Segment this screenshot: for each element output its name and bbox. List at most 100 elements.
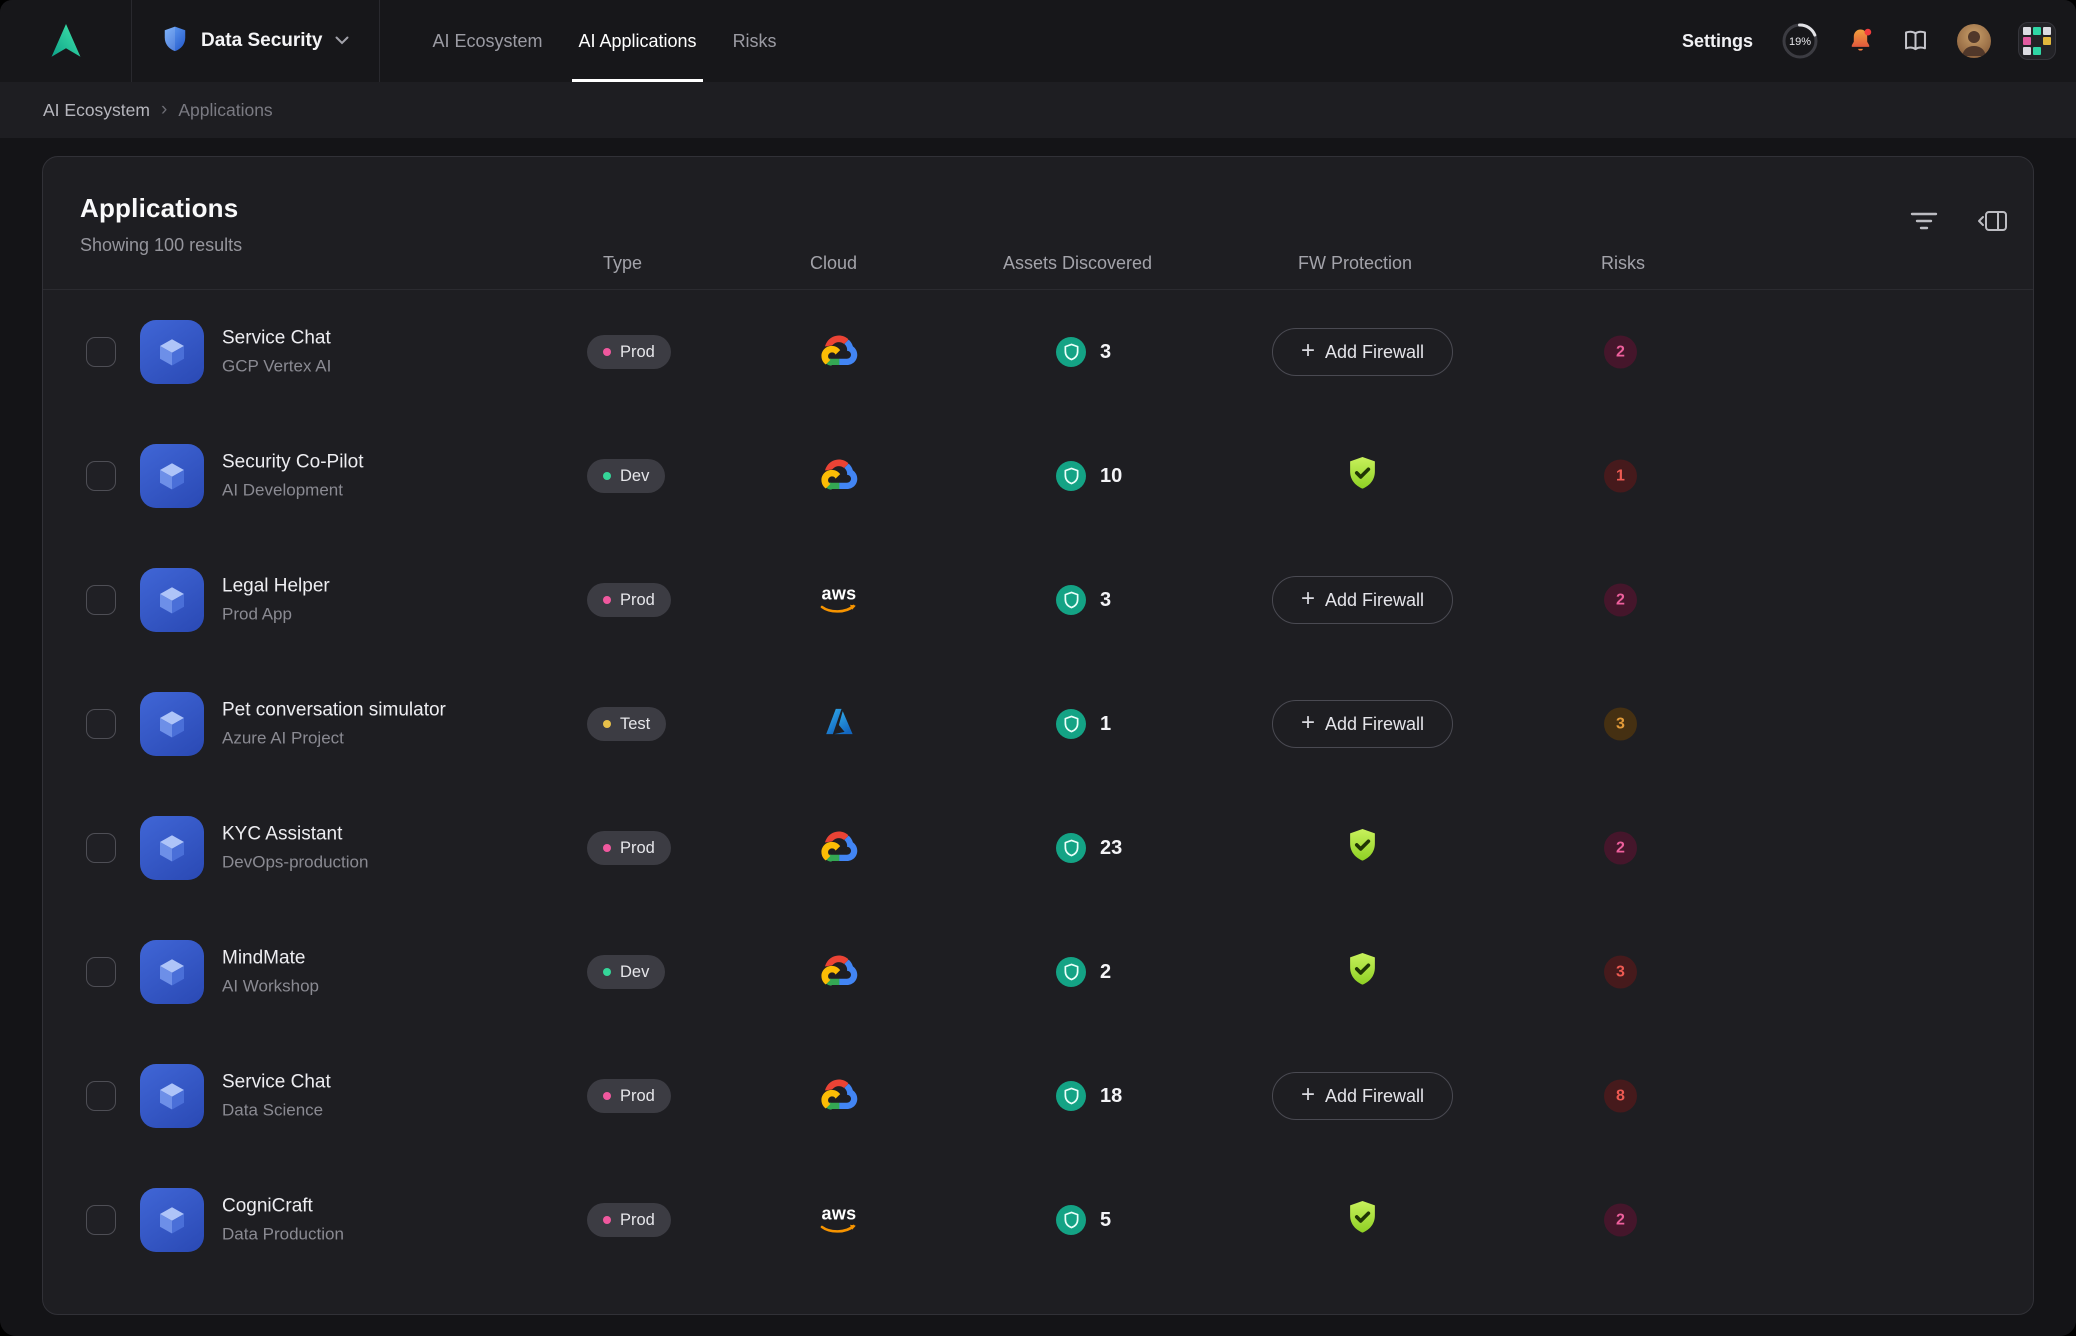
application-name-cell: CogniCraft Data Production <box>222 1196 572 1245</box>
type-badge: Prod <box>587 335 671 369</box>
type-label: Prod <box>620 839 655 858</box>
application-name-cell: KYC Assistant DevOps-production <box>222 824 572 873</box>
breadcrumb-parent[interactable]: AI Ecosystem <box>43 100 150 121</box>
add-firewall-label: Add Firewall <box>1325 1086 1424 1107</box>
table-row: Service Chat GCP Vertex AI Prod <box>43 290 2033 414</box>
table-row: Legal Helper Prod App Prod aws <box>43 538 2033 662</box>
assets-count: 3 <box>1100 341 1111 364</box>
risk-badge[interactable]: 1 <box>1604 460 1637 493</box>
application-cube-icon <box>140 1188 204 1252</box>
gcp-cloud-icon <box>820 1077 858 1115</box>
fw-protection-cell: + Add Firewall <box>1272 1072 1453 1120</box>
avatar-pixel <box>2043 27 2051 35</box>
application-subtitle: AI Development <box>222 481 572 501</box>
row-checkbox[interactable] <box>86 957 116 987</box>
add-firewall-button[interactable]: + Add Firewall <box>1272 576 1453 624</box>
type-dot <box>603 720 611 728</box>
assets-count: 3 <box>1100 589 1111 612</box>
firewall-protected-icon <box>1346 455 1379 497</box>
breadcrumb-separator-icon: › <box>161 99 167 121</box>
application-name-cell: Service Chat GCP Vertex AI <box>222 328 572 377</box>
assets-cell: 3 <box>1056 337 1111 367</box>
row-checkbox[interactable] <box>86 833 116 863</box>
avatar-pixel <box>2023 47 2031 55</box>
add-firewall-button[interactable]: + Add Firewall <box>1272 700 1453 748</box>
breadcrumb: AI Ecosystem › Applications <box>0 82 2076 138</box>
type-dot <box>603 968 611 976</box>
application-name[interactable]: Service Chat <box>222 328 572 350</box>
type-badge: Prod <box>587 1079 671 1113</box>
product-switcher-label: Data Security <box>201 30 322 52</box>
workspace-avatar[interactable] <box>2018 22 2056 60</box>
risk-badge[interactable]: 8 <box>1604 1080 1637 1113</box>
assets-shield-icon <box>1056 709 1086 739</box>
type-dot <box>603 472 611 480</box>
row-checkbox[interactable] <box>86 461 116 491</box>
usage-progress-ring[interactable]: 19% <box>1780 21 1820 61</box>
row-checkbox[interactable] <box>86 1081 116 1111</box>
application-cube-icon <box>140 940 204 1004</box>
filter-button[interactable] <box>1909 209 1939 233</box>
row-checkbox[interactable] <box>86 337 116 367</box>
user-avatar[interactable] <box>1957 24 1991 58</box>
application-name[interactable]: MindMate <box>222 948 572 970</box>
type-badge: Dev <box>587 459 665 493</box>
table-row: CogniCraft Data Production Prod aws <box>43 1158 2033 1282</box>
add-firewall-label: Add Firewall <box>1325 714 1424 735</box>
docs-book-icon[interactable] <box>1901 28 1930 54</box>
avatar-pixel <box>2033 27 2041 35</box>
risk-badge[interactable]: 3 <box>1604 708 1637 741</box>
primary-nav: AI Ecosystem AI Applications Risks <box>432 0 776 82</box>
cloud-cell: aws <box>817 585 861 616</box>
row-checkbox[interactable] <box>86 585 116 615</box>
assets-cell: 1 <box>1056 709 1111 739</box>
fw-protection-cell <box>1272 827 1453 869</box>
assets-shield-icon <box>1056 461 1086 491</box>
type-dot <box>603 1092 611 1100</box>
chevron-down-icon <box>335 32 349 50</box>
risk-badge[interactable]: 3 <box>1604 956 1637 989</box>
type-badge: Dev <box>587 955 665 989</box>
assets-count: 23 <box>1100 837 1122 860</box>
firewall-protected-icon <box>1346 951 1379 993</box>
tab-ai-applications[interactable]: AI Applications <box>578 0 696 82</box>
risk-badge[interactable]: 2 <box>1604 584 1637 617</box>
application-name[interactable]: Legal Helper <box>222 576 572 598</box>
avatar-pixel <box>2043 47 2051 55</box>
azure-cloud-icon <box>823 707 855 742</box>
gcp-cloud-icon <box>820 829 858 867</box>
application-name[interactable]: Security Co-Pilot <box>222 452 572 474</box>
avatar-pixel <box>2033 47 2041 55</box>
application-cube-icon <box>140 320 204 384</box>
row-checkbox[interactable] <box>86 709 116 739</box>
application-subtitle: Azure AI Project <box>222 729 572 749</box>
application-name[interactable]: Pet conversation simulator <box>222 700 572 722</box>
application-name[interactable]: Service Chat <box>222 1072 572 1094</box>
page-title: Applications <box>80 193 238 224</box>
add-firewall-button[interactable]: + Add Firewall <box>1272 1072 1453 1120</box>
tab-ai-ecosystem[interactable]: AI Ecosystem <box>432 0 542 82</box>
type-dot <box>603 596 611 604</box>
product-switcher[interactable]: Data Security <box>132 0 380 82</box>
application-cube-icon <box>140 444 204 508</box>
column-header-type: Type <box>603 253 642 274</box>
app-logo[interactable] <box>0 0 132 82</box>
settings-link[interactable]: Settings <box>1682 31 1753 52</box>
risk-badge[interactable]: 2 <box>1604 336 1637 369</box>
column-header-risks: Risks <box>1601 253 1645 274</box>
application-name[interactable]: KYC Assistant <box>222 824 572 846</box>
fw-protection-cell <box>1272 951 1453 993</box>
risk-badge[interactable]: 2 <box>1604 1204 1637 1237</box>
tab-risks[interactable]: Risks <box>733 0 777 82</box>
application-name[interactable]: CogniCraft <box>222 1196 572 1218</box>
type-badge: Test <box>587 707 666 741</box>
notifications-bell-icon[interactable] <box>1847 27 1874 56</box>
columns-button[interactable] <box>1977 209 2009 233</box>
type-label: Prod <box>620 591 655 610</box>
risk-badge[interactable]: 2 <box>1604 832 1637 865</box>
firewall-protected-icon <box>1346 1199 1379 1241</box>
cloud-cell <box>817 333 861 371</box>
add-firewall-button[interactable]: + Add Firewall <box>1272 328 1453 376</box>
top-navbar: Data Security AI Ecosystem AI Applicatio… <box>0 0 2076 82</box>
row-checkbox[interactable] <box>86 1205 116 1235</box>
